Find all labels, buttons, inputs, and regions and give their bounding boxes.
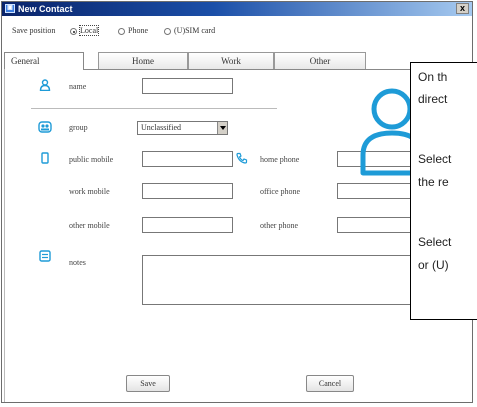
person-icon: [39, 79, 51, 91]
new-contact-window: ▣ New Contact x Save position Local Phon…: [1, 1, 473, 403]
callout-line-1: On th: [418, 70, 448, 84]
group-select-value: Unclassified: [141, 123, 181, 132]
callout-line-3: Select: [418, 152, 452, 166]
group-icon: [38, 121, 52, 133]
close-button[interactable]: x: [456, 3, 469, 14]
radio-local[interactable]: [70, 28, 77, 35]
group-label: group: [69, 123, 88, 132]
tab-work[interactable]: Work: [188, 52, 274, 69]
public-mobile-label: public mobile: [69, 155, 114, 164]
other-phone-field[interactable]: [337, 217, 413, 233]
tab-general[interactable]: General: [4, 52, 84, 70]
other-mobile-label: other mobile: [69, 221, 110, 230]
radio-local-label[interactable]: Local: [78, 25, 100, 36]
name-label: name: [69, 82, 87, 91]
window-title: New Contact: [18, 4, 73, 14]
phone-icon: [236, 152, 248, 164]
office-phone-field[interactable]: [337, 183, 413, 199]
general-panel: name group Unclassified public mobile ho…: [4, 69, 470, 402]
radio-phone[interactable]: [118, 28, 125, 35]
work-mobile-field[interactable]: [142, 183, 233, 199]
radio-sim-card-label[interactable]: (U)SIM card: [174, 26, 215, 35]
divider: [31, 108, 277, 109]
cancel-button[interactable]: Cancel: [306, 375, 354, 392]
save-button[interactable]: Save: [126, 375, 170, 392]
callout-box: On th direct Select the re Select or (U): [410, 62, 477, 320]
radio-phone-label[interactable]: Phone: [128, 26, 148, 35]
contact-app-icon: ▣: [5, 4, 15, 13]
callout-line-2: direct: [418, 92, 448, 106]
other-mobile-field[interactable]: [142, 217, 233, 233]
title-bar[interactable]: ▣ New Contact x: [2, 2, 472, 16]
tab-bar: General Home Work Other: [4, 52, 470, 70]
group-select[interactable]: Unclassified: [137, 121, 228, 135]
notes-label: notes: [69, 258, 86, 267]
mobile-phone-icon: [41, 152, 49, 164]
home-phone-label: home phone: [260, 155, 300, 164]
callout-line-5: Select: [418, 235, 452, 249]
notes-field[interactable]: [142, 255, 425, 305]
chevron-down-icon[interactable]: [217, 122, 227, 134]
other-phone-label: other phone: [260, 221, 298, 230]
public-mobile-field[interactable]: [142, 151, 233, 167]
office-phone-label: office phone: [260, 187, 301, 196]
callout-line-4: the re: [418, 175, 449, 189]
callout-line-6: or (U): [418, 258, 449, 272]
tab-home[interactable]: Home: [98, 52, 188, 69]
tab-other[interactable]: Other: [274, 52, 366, 69]
radio-sim-card[interactable]: [164, 28, 171, 35]
save-position-label: Save position: [12, 26, 56, 35]
work-mobile-label: work mobile: [69, 187, 110, 196]
name-field[interactable]: [142, 78, 233, 94]
notes-icon: [39, 250, 51, 262]
